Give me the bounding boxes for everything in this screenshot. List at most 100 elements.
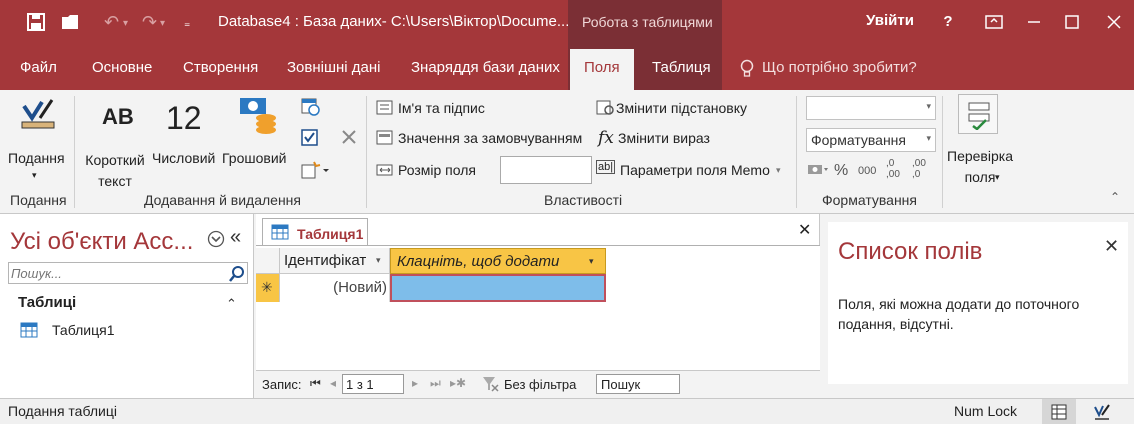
tab-home[interactable]: Основне <box>92 59 152 76</box>
data-type-select[interactable]: ▾ <box>806 96 936 120</box>
new-row-id-cell[interactable]: (Новий) <box>280 274 390 302</box>
datasheet-view-button[interactable] <box>1042 399 1076 424</box>
nav-search-box[interactable] <box>8 262 248 284</box>
percent-format-icon[interactable]: % <box>834 162 848 180</box>
datasheet-area: Таблиця1 ✕ Ідентифікат ▾ Клацніть, щоб д… <box>256 214 820 398</box>
new-row-id-value: (Новий) <box>333 279 387 296</box>
tab-database-tools[interactable]: Знаряддя бази даних <box>411 59 560 76</box>
modify-lookups-button[interactable]: Змінити підстановку <box>596 98 756 120</box>
default-value-button[interactable]: Значення за замовчуванням <box>374 128 588 150</box>
number-button[interactable]: 12 Числовий <box>152 96 218 188</box>
tab-table[interactable]: Таблиця <box>652 59 711 76</box>
first-record-icon[interactable]: ⏮ <box>310 376 321 391</box>
close-window-button[interactable] <box>1094 8 1134 36</box>
field-validation-button[interactable]: Перевірка поля ▾ <box>944 94 1016 186</box>
name-caption-button[interactable]: Ім'я та підпис <box>374 98 514 120</box>
new-record-icon[interactable]: ▸✱ <box>450 376 466 390</box>
field-list-title: Список полів <box>838 238 983 265</box>
nav-search-input[interactable] <box>11 265 221 281</box>
more-fields-icon[interactable] <box>300 160 330 180</box>
new-row-selector[interactable]: ✳ <box>256 274 280 302</box>
close-document-icon[interactable]: ✕ <box>798 220 811 240</box>
save-icon[interactable] <box>26 12 46 32</box>
field-list-pane: Список полів ✕ Поля, які можна додати до… <box>822 214 1134 398</box>
short-text-button[interactable]: AB Короткий текст <box>80 96 150 189</box>
design-view-icon <box>21 99 55 129</box>
group-collapse-icon[interactable]: ⌃ <box>226 296 237 312</box>
tab-fields[interactable]: Поля <box>570 49 634 90</box>
nav-pane-title[interactable]: Усі об'єкти Acc... <box>10 228 193 256</box>
group-separator <box>942 96 943 208</box>
number-label: Числовий <box>152 150 216 166</box>
column-header-id[interactable]: Ідентифікат ▾ <box>280 248 390 274</box>
view-button[interactable]: Подання ▾ <box>4 96 70 184</box>
tab-external-data[interactable]: Зовнішні дані <box>287 59 381 76</box>
tab-file[interactable]: Файл <box>20 59 57 76</box>
properties-group-label: Властивості <box>544 192 623 208</box>
filter-toggle[interactable]: Без фільтра <box>480 373 584 395</box>
customize-toolbar-icon[interactable]: ₌ <box>184 16 190 30</box>
last-record-icon[interactable]: ⏭ <box>430 376 441 391</box>
decrease-decimals-icon[interactable]: ,00 ,0 <box>912 158 926 180</box>
chevron-down-icon[interactable]: ▾ <box>589 256 594 267</box>
delete-field-icon[interactable] <box>340 128 358 146</box>
group-separator <box>74 96 75 208</box>
function-fx-icon: fx <box>598 128 614 148</box>
collapse-ribbon-icon[interactable]: ⌃ <box>1110 190 1120 204</box>
tab-create[interactable]: Створення <box>183 59 258 76</box>
currency-icon <box>240 98 276 134</box>
format-select[interactable]: Форматування ▾ <box>806 128 936 152</box>
view-group-label: Подання <box>10 192 67 208</box>
currency-button[interactable]: Грошовий <box>222 96 296 188</box>
redo-dropdown-icon[interactable]: ▾ <box>160 18 165 29</box>
close-field-list-icon[interactable]: ✕ <box>1104 236 1119 257</box>
memo-settings-button[interactable]: ab| Параметри поля Memo ▾ <box>596 160 788 182</box>
help-button[interactable]: ? <box>928 8 968 36</box>
new-row-add-cell[interactable] <box>390 274 606 302</box>
sign-in-link[interactable]: Увійти <box>866 12 914 29</box>
record-position-box[interactable]: 1 з 1 <box>342 374 404 394</box>
field-size-button[interactable]: Розмір поля <box>374 160 494 182</box>
field-size-input[interactable] <box>500 156 592 184</box>
datasheet-grid: Ідентифікат ▾ Клацніть, щоб додати ▾ ✳ (… <box>256 246 820 370</box>
yes-no-checkbox-icon[interactable] <box>300 128 320 148</box>
previous-record-icon[interactable]: ◂ <box>330 376 336 390</box>
default-value-label: Значення за замовчуванням <box>398 130 583 146</box>
datasheet-view-icon <box>1051 404 1067 420</box>
view-dropdown-icon: ▾ <box>32 170 37 180</box>
chevron-down-icon[interactable]: ▾ <box>376 255 381 266</box>
nav-menu-dropdown-icon[interactable] <box>207 230 225 248</box>
group-separator <box>796 96 797 208</box>
name-caption-label: Ім'я та підпис <box>398 100 485 116</box>
search-icon[interactable] <box>228 265 246 283</box>
increase-decimals-icon[interactable]: ,0 ,00 <box>886 158 900 180</box>
minimize-button[interactable] <box>1014 8 1054 36</box>
tell-me-input[interactable]: Що потрібно зробити? <box>762 59 917 76</box>
maximize-button[interactable] <box>1052 8 1092 36</box>
thousands-format-icon[interactable]: 000 <box>858 165 876 177</box>
design-view-button[interactable] <box>1084 399 1118 424</box>
modify-expression-button[interactable]: fx Змінити вираз <box>596 128 736 150</box>
column-header-id-label: Ідентифікат <box>284 252 367 269</box>
number-icon: 12 <box>166 100 202 136</box>
modify-lookups-icon <box>596 100 614 115</box>
datasheet-search-box[interactable]: Пошук <box>596 374 680 394</box>
table-icon <box>20 322 38 338</box>
next-record-icon[interactable]: ▸ <box>412 376 418 390</box>
navigation-pane: Усі об'єкти Acc... « Таблиці ⌃ Таблиця1 <box>0 214 254 398</box>
open-folder-icon[interactable] <box>60 12 82 32</box>
date-time-icon[interactable] <box>300 96 320 116</box>
nav-group-tables[interactable]: Таблиці <box>18 294 76 311</box>
undo-icon[interactable]: ↶ <box>104 12 119 33</box>
modify-lookups-label: Змінити підстановку <box>616 100 748 116</box>
undo-dropdown-icon[interactable]: ▾ <box>123 18 128 29</box>
ribbon-display-options-button[interactable] <box>974 8 1014 36</box>
collapse-pane-icon[interactable]: « <box>230 226 241 249</box>
currency-format-icon[interactable] <box>806 160 830 180</box>
format-value: Форматування <box>811 132 906 148</box>
doc-tab-table1[interactable]: Таблиця1 <box>262 218 368 246</box>
row-selector-header[interactable] <box>256 248 280 274</box>
redo-icon[interactable]: ↷ <box>142 12 157 33</box>
memo-dropdown-icon: ▾ <box>776 165 781 175</box>
column-header-click-to-add[interactable]: Клацніть, щоб додати ▾ <box>390 248 606 274</box>
